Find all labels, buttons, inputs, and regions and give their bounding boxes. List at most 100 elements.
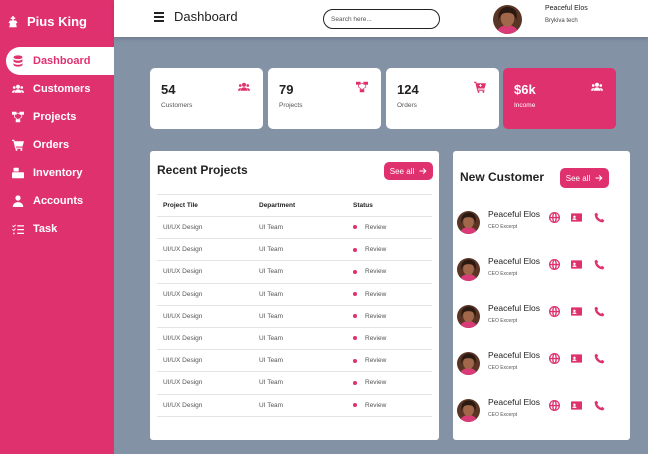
customer-item[interactable]: Peaceful Elos CEO Excerpt xyxy=(457,303,605,333)
globe-icon[interactable] xyxy=(549,210,560,221)
table-row[interactable]: UI/UX Design UI Team Review xyxy=(157,371,432,395)
sidebar-item-task[interactable]: Task xyxy=(6,215,114,243)
table-header-row: Project Tile Department Status xyxy=(157,194,432,217)
status-text: Review xyxy=(365,312,387,320)
sidebar-item-dashboard[interactable]: Dashboard xyxy=(6,47,114,75)
status-text: Review xyxy=(365,224,387,232)
sidebar-item-inventory[interactable]: Inventory xyxy=(6,159,114,187)
inventory-icon xyxy=(12,167,24,179)
phone-icon[interactable] xyxy=(594,210,605,221)
project-title-cell: UI/UX Design xyxy=(157,327,253,351)
customer-name: Peaceful Elos xyxy=(488,350,540,360)
stat-card-orders[interactable]: 124 Orders xyxy=(386,68,499,129)
department-cell: UI Team xyxy=(253,283,347,306)
customer-name: Peaceful Elos xyxy=(488,256,540,266)
recent-projects-panel: Recent Projects See all Project Tile Dep… xyxy=(150,151,439,440)
sidebar-item-label: Task xyxy=(33,223,58,235)
cart-icon xyxy=(12,139,24,151)
contact-card-icon[interactable] xyxy=(571,210,582,221)
user-name: Peaceful Elos xyxy=(545,5,588,12)
new-customer-title: New Customer xyxy=(460,170,545,184)
customer-item[interactable]: Peaceful Elos CEO Excerpt xyxy=(457,350,605,380)
avatar xyxy=(457,305,480,328)
phone-icon[interactable] xyxy=(594,304,605,315)
stat-value: 79 xyxy=(279,82,294,97)
user-company: Brykiva tech xyxy=(545,18,578,24)
topbar: Dashboard Peaceful Elos Brykiva tech xyxy=(114,0,648,37)
avatar xyxy=(457,399,480,422)
department-cell: UI Team xyxy=(253,260,347,284)
project-title-cell: UI/UX Design xyxy=(157,305,253,328)
customer-item[interactable]: Peaceful Elos CEO Excerpt xyxy=(457,209,605,239)
recent-projects-title: Recent Projects xyxy=(157,163,248,177)
stat-card-income[interactable]: $6k Income xyxy=(503,68,616,129)
avatar xyxy=(457,211,480,234)
column-header: Status xyxy=(347,194,432,217)
table-row[interactable]: UI/UX Design UI Team Review xyxy=(157,238,432,262)
brand-name: Pius King xyxy=(27,14,87,29)
contact-card-icon[interactable] xyxy=(571,351,582,362)
see-all-label: See all xyxy=(389,166,415,176)
status-dot xyxy=(353,314,357,319)
status-text: Review xyxy=(365,335,387,343)
stat-card-projects[interactable]: 79 Projects xyxy=(268,68,381,129)
status-cell: Review xyxy=(347,238,432,262)
department-cell: UI Team xyxy=(253,305,347,328)
contact-card-icon[interactable] xyxy=(571,257,582,268)
customer-title: CEO Excerpt xyxy=(488,365,518,371)
brand[interactable]: Pius King xyxy=(7,14,87,29)
status-cell: Review xyxy=(347,305,432,328)
status-cell: Review xyxy=(347,260,432,284)
sidebar-nav: Dashboard Customers Projects Orders Inve… xyxy=(6,47,114,243)
sidebar-item-customers[interactable]: Customers xyxy=(6,75,114,103)
project-title-cell: UI/UX Design xyxy=(157,283,253,306)
globe-icon[interactable] xyxy=(549,257,560,268)
see-all-projects-button[interactable]: See all xyxy=(384,162,433,180)
globe-icon[interactable] xyxy=(549,351,560,362)
department-cell: UI Team xyxy=(253,327,347,351)
table-row[interactable]: UI/UX Design UI Team Review xyxy=(157,327,432,351)
search-input[interactable] xyxy=(323,9,440,29)
see-all-label: See all xyxy=(565,173,591,183)
phone-icon[interactable] xyxy=(594,398,605,409)
customer-title: CEO Excerpt xyxy=(488,318,518,324)
status-dot xyxy=(353,269,357,274)
cart-icon xyxy=(474,80,486,92)
users-icon xyxy=(591,80,603,92)
globe-icon[interactable] xyxy=(549,398,560,409)
phone-icon[interactable] xyxy=(594,257,605,268)
see-all-customers-button[interactable]: See all xyxy=(560,168,609,188)
project-title-cell: UI/UX Design xyxy=(157,371,253,395)
customer-name: Peaceful Elos xyxy=(488,397,540,407)
sidebar-item-orders[interactable]: Orders xyxy=(6,131,114,159)
table-row[interactable]: UI/UX Design UI Team Review xyxy=(157,216,432,240)
sidebar-item-projects[interactable]: Projects xyxy=(6,103,114,131)
stat-card-customers[interactable]: 54 Customers xyxy=(150,68,263,129)
users-icon xyxy=(12,83,24,95)
avatar[interactable] xyxy=(493,5,522,34)
status-dot xyxy=(353,291,357,296)
table-row[interactable]: UI/UX Design UI Team Review xyxy=(157,394,432,417)
project-diagram-icon xyxy=(12,111,24,123)
page-title: Dashboard xyxy=(174,9,238,24)
tasks-icon xyxy=(12,223,24,235)
table-row[interactable]: UI/UX Design UI Team Review xyxy=(157,283,432,306)
status-text: Review xyxy=(365,246,387,254)
customer-name: Peaceful Elos xyxy=(488,303,540,313)
phone-icon[interactable] xyxy=(594,351,605,362)
table-row[interactable]: UI/UX Design UI Team Review xyxy=(157,305,432,328)
status-dot xyxy=(353,358,357,363)
project-title-cell: UI/UX Design xyxy=(157,394,253,417)
table-row[interactable]: UI/UX Design UI Team Review xyxy=(157,349,432,373)
hamburger-icon[interactable] xyxy=(154,12,164,22)
customer-item[interactable]: Peaceful Elos CEO Excerpt xyxy=(457,397,605,427)
project-title-cell: UI/UX Design xyxy=(157,260,253,284)
table-row[interactable]: UI/UX Design UI Team Review xyxy=(157,260,432,284)
sidebar-item-label: Dashboard xyxy=(33,55,91,67)
customer-item[interactable]: Peaceful Elos CEO Excerpt xyxy=(457,256,605,286)
globe-icon[interactable] xyxy=(549,304,560,315)
sidebar-item-accounts[interactable]: Accounts xyxy=(6,187,114,215)
project-title-cell: UI/UX Design xyxy=(157,238,253,262)
contact-card-icon[interactable] xyxy=(571,398,582,409)
contact-card-icon[interactable] xyxy=(571,304,582,315)
